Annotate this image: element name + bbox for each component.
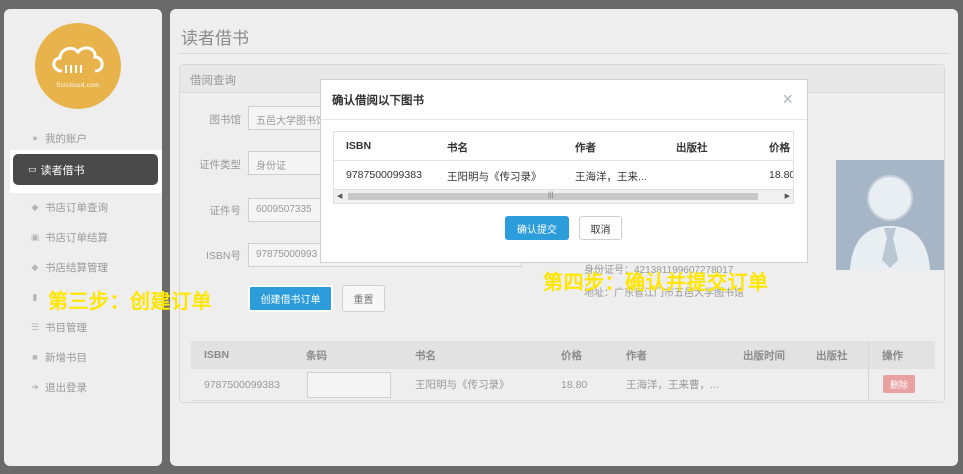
col-title: 书名 xyxy=(415,349,436,362)
modal-row-isbn: 9787500099383 xyxy=(346,169,422,181)
sidebar-item-label: 我的账户 xyxy=(45,132,87,145)
delete-button[interactable]: 删除 xyxy=(883,375,915,393)
modal-table-header: ISBN 书名 作者 出版社 价格 xyxy=(334,132,793,161)
row-price: 18.80 xyxy=(561,378,588,391)
sidebar-item-label: 读者借书 xyxy=(40,164,85,177)
sidebar: Sciclloud.com ● 我的账户 ◆ 书店订单查询 ▣ 书店订单结算 ◆… xyxy=(4,9,162,466)
modal-col-author: 作者 xyxy=(575,142,596,154)
id-no-field[interactable]: 6009507335 xyxy=(248,198,323,222)
sidebar-item-label: 退出登录 xyxy=(45,381,87,394)
chart-icon: ▮ xyxy=(32,291,38,302)
logout-icon: ➜ xyxy=(31,381,39,392)
col-publisher: 出版社 xyxy=(816,349,848,362)
id-type-select[interactable]: 身份证 xyxy=(248,151,323,175)
modal-col-title: 书名 xyxy=(447,142,468,154)
reader-photo xyxy=(836,160,944,270)
tags-icon: ◆ xyxy=(31,261,39,272)
table-row: 9787500099383 王阳明与《传习录》 18.80 王海洋，王来曹，..… xyxy=(191,369,935,401)
col-barcode: 条码 xyxy=(306,349,327,362)
id-type-label: 证件类型 xyxy=(199,159,241,171)
sidebar-item-settle-manage[interactable]: ◆ 书店结算管理 xyxy=(28,257,108,277)
cloud-icon xyxy=(52,46,104,73)
modal-book-table: ISBN 书名 作者 出版社 价格 9787500099383 王阳明与《传习录… xyxy=(333,131,794,204)
sidebar-item-borrow[interactable]: ▭ 读者借书 xyxy=(13,154,158,185)
tag-icon: ◆ xyxy=(31,201,39,212)
row-title: 王阳明与《传习录》 xyxy=(415,379,510,391)
modal-col-isbn: ISBN xyxy=(346,140,372,152)
page-title: 读者借书 xyxy=(181,29,249,48)
barcode-input[interactable] xyxy=(307,372,391,398)
confirm-borrow-modal: 确认借阅以下图书 × ISBN 书名 作者 出版社 价格 97875000993… xyxy=(320,79,808,263)
isbn-label: ISBN号 xyxy=(205,250,241,262)
sidebar-item-label: 书店结算管理 xyxy=(45,261,108,274)
cancel-button[interactable]: 取消 xyxy=(579,216,622,240)
cart-icon: ▣ xyxy=(30,231,40,242)
modal-title: 确认借阅以下图书 xyxy=(332,95,424,107)
action-column: 删除 xyxy=(868,341,935,401)
divider xyxy=(321,119,807,120)
step3-caption: 第三步：创建订单 xyxy=(48,291,212,313)
col-pubdate: 出版时间 xyxy=(743,349,785,362)
col-price: 价格 xyxy=(561,349,582,362)
scroll-left-icon[interactable]: ◀ xyxy=(337,192,342,200)
library-field[interactable]: 五邑大学图书馆 xyxy=(248,106,323,130)
sidebar-item-label: 书店订单结算 xyxy=(45,231,108,244)
sidebar-item-label: 书店订单查询 xyxy=(45,201,108,214)
id-no-label: 证件号 xyxy=(209,205,242,217)
sidebar-item-order-query[interactable]: ◆ 书店订单查询 xyxy=(28,197,108,217)
confirm-submit-button[interactable]: 确认提交 xyxy=(505,216,569,240)
sidebar-item-catalog[interactable]: ☰ 书目管理 xyxy=(28,317,87,337)
sidebar-item-order-settle[interactable]: ▣ 书店订单结算 xyxy=(28,227,108,247)
active-highlight: ▭ 读者借书 xyxy=(10,150,162,193)
sidebar-item-hidden[interactable]: ▮ xyxy=(28,287,45,307)
divider xyxy=(178,53,950,54)
reset-button[interactable]: 重置 xyxy=(342,285,385,312)
col-author: 作者 xyxy=(626,349,647,362)
order-table: ISBN 条码 书名 价格 作者 出版时间 出版社 操作 97875000993… xyxy=(191,341,935,401)
library-label: 图书馆 xyxy=(209,114,242,126)
row-isbn: 9787500099383 xyxy=(204,378,280,391)
avatar-icon xyxy=(850,175,930,270)
user-icon: ● xyxy=(32,133,38,143)
step4-caption: 第四步：确认并提交订单 xyxy=(543,272,769,294)
grip-icon: ||| xyxy=(548,192,554,199)
close-icon[interactable]: × xyxy=(782,90,793,108)
modal-col-publisher: 出版社 xyxy=(676,142,708,154)
sidebar-item-label: 新增书目 xyxy=(45,351,87,364)
table-row: 9787500099383 王阳明与《传习录》 王海洋，王来... 18.80 xyxy=(334,161,793,188)
modal-row-title: 王阳明与《传习录》 xyxy=(447,171,542,183)
logo: Sciclloud.com xyxy=(35,23,121,109)
col-isbn: ISBN xyxy=(204,349,230,361)
logo-text: Sciclloud.com xyxy=(56,83,100,89)
sidebar-item-label: 书目管理 xyxy=(45,321,87,334)
table-header-row: ISBN 条码 书名 价格 作者 出版时间 出版社 操作 xyxy=(191,341,935,369)
horizontal-scrollbar[interactable]: ◀ ||| ▶ xyxy=(334,189,793,203)
list-icon: ☰ xyxy=(30,321,40,332)
modal-row-author: 王海洋，王来... xyxy=(575,171,647,183)
sidebar-item-account[interactable]: ● 我的账户 xyxy=(28,128,87,148)
card-icon: ▭ xyxy=(28,164,37,174)
sidebar-item-add-book[interactable]: ■ 新增书目 xyxy=(28,347,87,367)
modal-col-price: 价格 xyxy=(769,142,790,154)
scroll-thumb[interactable]: ||| xyxy=(348,192,758,200)
modal-row-price: 18.80 xyxy=(769,169,794,181)
sidebar-item-logout[interactable]: ➜ 退出登录 xyxy=(28,377,87,397)
create-order-button[interactable]: 创建借书订单 xyxy=(248,285,333,312)
book-icon: ■ xyxy=(32,352,38,362)
row-author: 王海洋，王来曹，... xyxy=(626,379,719,391)
scroll-right-icon[interactable]: ▶ xyxy=(785,192,790,200)
